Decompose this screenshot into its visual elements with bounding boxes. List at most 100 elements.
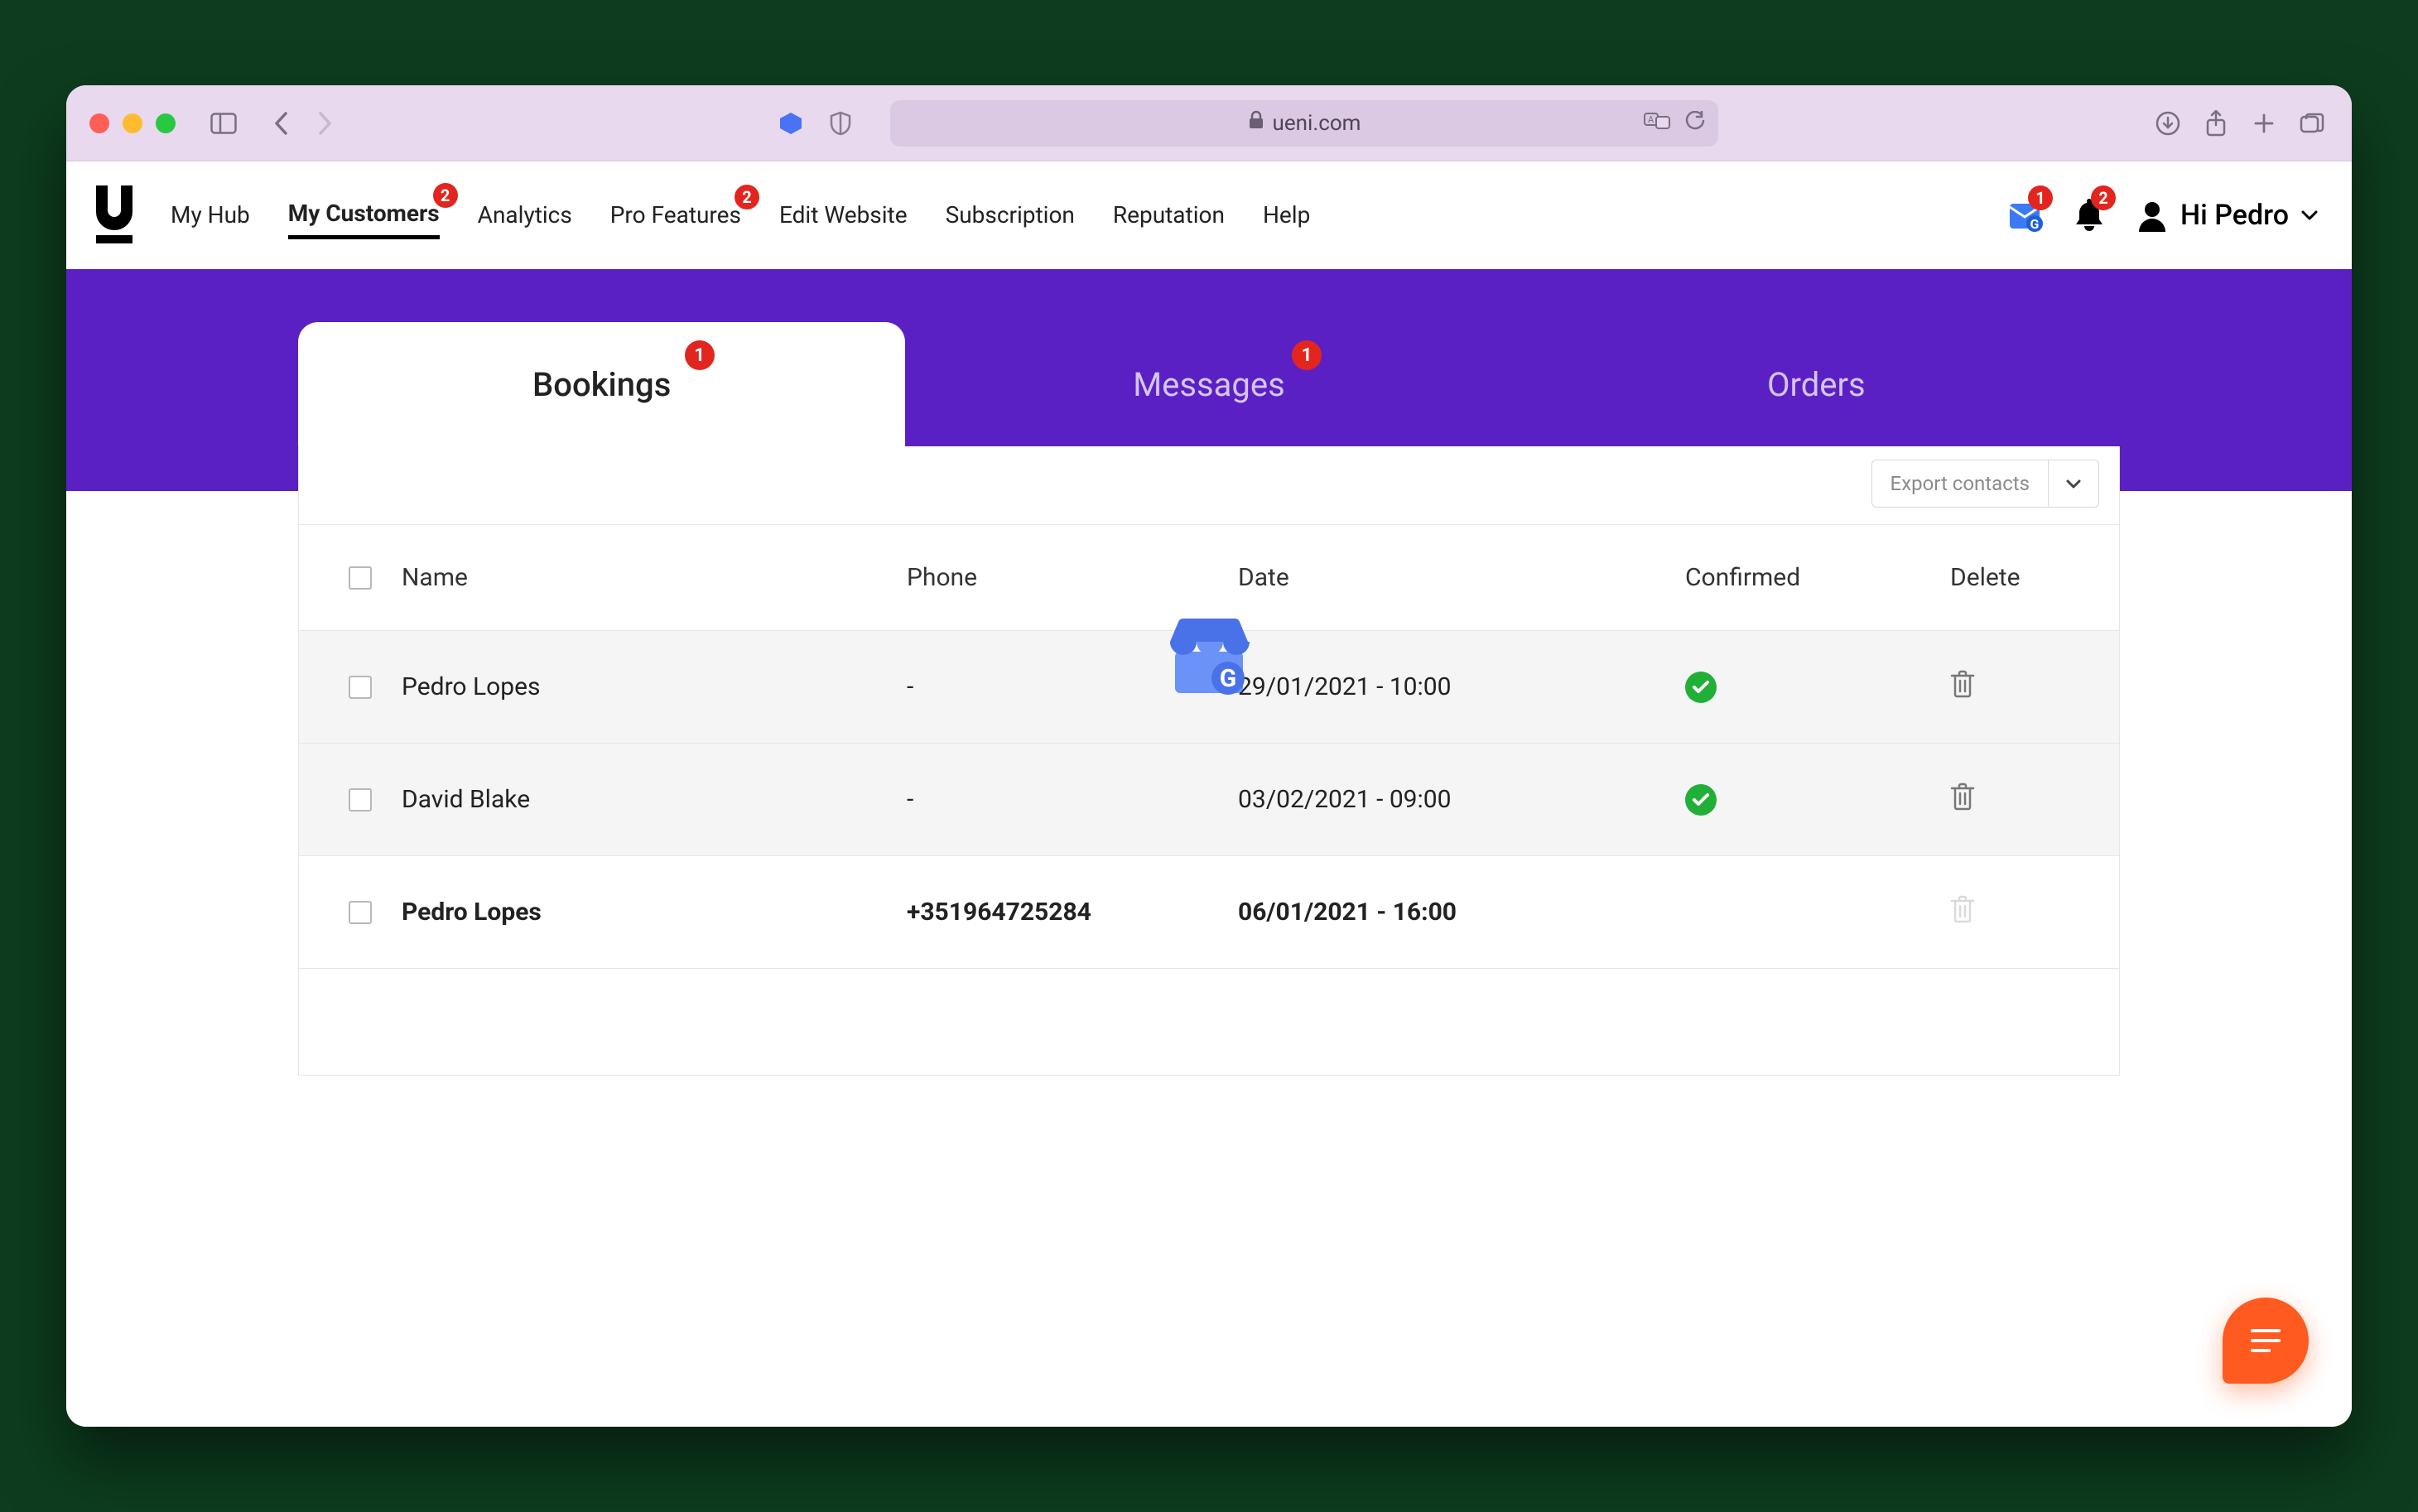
extension-icon[interactable] (774, 107, 807, 140)
svg-text:G: G (2030, 216, 2040, 232)
tab-badge: 1 (1292, 340, 1322, 370)
cell-name: Pedro Lopes (402, 672, 907, 701)
translate-icon[interactable]: A (1644, 111, 1670, 136)
trash-icon (1950, 782, 1975, 811)
tabs-overview-button[interactable] (2295, 107, 2329, 140)
export-label: Export contacts (1872, 460, 2049, 507)
cell-phone: - (907, 785, 1238, 814)
chevron-down-icon (2065, 479, 2082, 490)
reload-icon[interactable] (1685, 111, 1705, 136)
chat-fab[interactable] (2223, 1298, 2309, 1384)
tab-orders[interactable]: Orders (1513, 322, 2120, 446)
user-menu[interactable]: Hi Pedro (2136, 199, 2319, 232)
minimize-window-button[interactable] (123, 113, 142, 133)
tab-bookings[interactable]: Bookings 1 (298, 322, 905, 446)
user-greeting: Hi Pedro (2180, 199, 2289, 232)
trash-icon (1950, 895, 1975, 923)
delete-button[interactable] (1934, 782, 2099, 817)
google-notifications-button[interactable]: G 1 (2006, 195, 2043, 235)
nav-my-hub[interactable]: My Hub (171, 193, 250, 237)
trash-icon (1950, 670, 1975, 698)
export-chevron[interactable] (2049, 460, 2098, 507)
nav-label: My Hub (171, 201, 250, 229)
nav-label: Subscription (946, 201, 1075, 229)
nav-label: Help (1263, 201, 1310, 229)
privacy-shield-icon[interactable] (824, 107, 857, 140)
row-checkbox[interactable] (349, 901, 372, 924)
downloads-button[interactable] (2151, 107, 2184, 140)
row-checkbox[interactable] (349, 676, 372, 699)
table-row[interactable]: Pedro Lopes +351964725284 06/01/2021 - 1… (299, 856, 2119, 969)
traffic-lights (89, 113, 176, 133)
bookings-table: Name Phone Date Confirmed Delete Pedro L… (299, 525, 2119, 969)
bell-badge: 2 (2091, 185, 2116, 210)
select-all-checkbox[interactable] (349, 566, 372, 590)
nav-badge: 2 (735, 185, 759, 209)
cell-confirmed (1685, 784, 1934, 816)
tab-messages[interactable]: Messages 1 (905, 322, 1512, 446)
customer-tabs: Bookings 1 Messages 1 Orders (298, 322, 2120, 446)
chevron-down-icon (2300, 209, 2319, 221)
nav-label: Reputation (1113, 201, 1225, 229)
chat-icon (2246, 1322, 2286, 1359)
app-header: My Hub My Customers2 Analytics Pro Featu… (66, 161, 2352, 269)
tab-label: Orders (1767, 365, 1866, 404)
nav-my-customers[interactable]: My Customers2 (288, 191, 440, 239)
bookings-panel: Export contacts Name Phone Date Confirme… (298, 446, 2120, 1076)
google-my-business-icon[interactable]: G (1163, 615, 1255, 698)
nav-badge: 2 (433, 183, 458, 208)
back-button[interactable] (265, 107, 298, 140)
safari-center: ueni.com A (358, 100, 2135, 147)
col-delete: Delete (1934, 563, 2099, 592)
nav-label: Analytics (478, 201, 572, 229)
tab-label: Bookings (532, 365, 671, 404)
nav-help[interactable]: Help (1263, 193, 1310, 237)
content-area: Bookings 1 Messages 1 Orders Export cont… (66, 269, 2352, 1427)
sidebar-toggle-button[interactable] (207, 107, 240, 140)
forward-button[interactable] (308, 107, 341, 140)
delete-button[interactable] (1934, 895, 2099, 930)
confirmed-check-icon (1685, 672, 1717, 703)
svg-text:G: G (1220, 664, 1236, 693)
export-contacts-button[interactable]: Export contacts (1871, 460, 2099, 508)
table-row[interactable]: David Blake - 03/02/2021 - 09:00 (299, 744, 2119, 856)
tab-label: Messages (1133, 365, 1285, 404)
nav-analytics[interactable]: Analytics (478, 193, 572, 237)
export-row: Export contacts (299, 446, 2119, 525)
url-host-text: ueni.com (1273, 111, 1361, 136)
user-icon (2136, 199, 2169, 232)
main-nav: My Hub My Customers2 Analytics Pro Featu… (171, 191, 1310, 239)
new-tab-button[interactable] (2247, 107, 2281, 140)
nav-edit-website[interactable]: Edit Website (779, 193, 908, 237)
row-checkbox[interactable] (349, 788, 372, 811)
nav-pro-features[interactable]: Pro Features2 (610, 193, 741, 237)
ueni-logo[interactable] (81, 185, 147, 245)
maximize-window-button[interactable] (156, 113, 176, 133)
tab-badge: 1 (685, 340, 715, 370)
safari-right (2151, 107, 2329, 140)
col-name: Name (402, 563, 907, 592)
delete-button[interactable] (1934, 670, 2099, 705)
cell-date: 03/02/2021 - 09:00 (1238, 785, 1685, 814)
cell-date: 29/01/2021 - 10:00 (1238, 672, 1685, 701)
header-right: G 1 2 Hi Pedro (2006, 195, 2319, 235)
nav-subscription[interactable]: Subscription (946, 193, 1075, 237)
cell-phone: +351964725284 (907, 898, 1238, 927)
confirmed-check-icon (1685, 784, 1717, 816)
nav-buttons (265, 107, 341, 140)
panel-wrap: Bookings 1 Messages 1 Orders Export cont… (298, 322, 2120, 1076)
nav-label: Pro Features (610, 201, 741, 229)
nav-reputation[interactable]: Reputation (1113, 193, 1225, 237)
url-bar[interactable]: ueni.com A (890, 100, 1718, 147)
close-window-button[interactable] (89, 113, 109, 133)
share-button[interactable] (2199, 107, 2233, 140)
cell-name: David Blake (402, 785, 907, 814)
svg-text:A: A (1648, 114, 1655, 125)
cell-confirmed (1685, 672, 1934, 703)
col-phone: Phone (907, 563, 1238, 592)
notifications-bell-button[interactable]: 2 (2073, 195, 2106, 235)
lock-icon (1248, 110, 1264, 136)
safari-toolbar: ueni.com A (66, 85, 2352, 161)
col-confirmed: Confirmed (1685, 563, 1934, 592)
url-right-icons: A (1644, 111, 1705, 136)
